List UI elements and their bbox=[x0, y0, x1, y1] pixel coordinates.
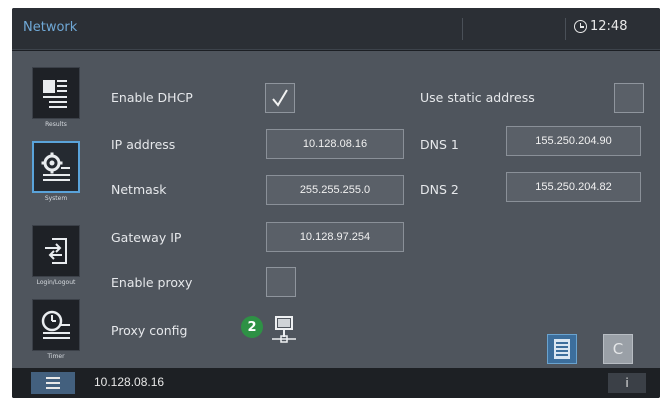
gateway-ip-label: Gateway IP bbox=[111, 230, 182, 245]
save-icon bbox=[554, 339, 570, 359]
device-screen: Network 12:48 Results System Login/Logou… bbox=[12, 8, 660, 398]
sidebar-item-label: Login/Logout bbox=[36, 279, 76, 286]
netmask-label: Netmask bbox=[111, 182, 167, 197]
checkmark-icon bbox=[272, 89, 288, 107]
sidebar-item-label: System bbox=[44, 195, 68, 202]
status-ip-address: 10.128.08.16 bbox=[94, 375, 165, 389]
status-bar: 10.128.08.16 i bbox=[12, 368, 660, 398]
gateway-ip-field[interactable]: 10.128.97.254 bbox=[266, 222, 404, 252]
ip-address-label: IP address bbox=[111, 137, 176, 152]
dns1-field[interactable]: 155.250.204.90 bbox=[506, 126, 641, 156]
main-content: Results System Login/Logout Timer Enable… bbox=[12, 51, 660, 368]
title-bar: Network 12:48 bbox=[12, 8, 660, 50]
title-divider bbox=[462, 18, 463, 40]
enable-proxy-checkbox[interactable] bbox=[266, 267, 296, 297]
timer-icon bbox=[41, 310, 70, 339]
dns2-label: DNS 2 bbox=[420, 182, 459, 197]
sidebar-item-timer[interactable]: Timer bbox=[26, 299, 86, 367]
title-divider bbox=[565, 18, 566, 40]
nav-tile bbox=[32, 67, 80, 119]
callout-badge: 2 bbox=[241, 316, 263, 338]
hamburger-menu-icon bbox=[46, 377, 60, 389]
enable-dhcp-label: Enable DHCP bbox=[111, 90, 193, 105]
clock: 12:48 bbox=[574, 19, 627, 34]
nav-tile bbox=[32, 299, 80, 351]
nav-tile bbox=[32, 141, 80, 193]
ip-address-field[interactable]: 10.128.08.16 bbox=[266, 129, 404, 159]
menu-button[interactable] bbox=[31, 372, 75, 394]
sidebar-item-label: Results bbox=[45, 121, 67, 128]
enable-proxy-label: Enable proxy bbox=[111, 275, 193, 290]
sidebar-item-label: Timer bbox=[47, 353, 65, 360]
clock-time: 12:48 bbox=[590, 19, 628, 34]
clear-button[interactable]: C bbox=[603, 334, 633, 364]
sidebar-item-system[interactable]: System bbox=[26, 141, 86, 209]
use-static-label: Use static address bbox=[420, 90, 535, 105]
clock-icon bbox=[574, 20, 587, 33]
netmask-field[interactable]: 255.255.255.0 bbox=[266, 175, 404, 205]
login-logout-icon bbox=[45, 238, 67, 264]
save-button[interactable] bbox=[547, 334, 577, 364]
proxy-config-button[interactable] bbox=[267, 313, 303, 347]
results-icon bbox=[43, 80, 67, 108]
system-icon bbox=[41, 152, 70, 181]
info-button[interactable]: i bbox=[608, 373, 646, 393]
network-computer-icon bbox=[272, 316, 296, 343]
dns2-field[interactable]: 155.250.204.82 bbox=[506, 172, 641, 202]
sidebar-item-login-logout[interactable]: Login/Logout bbox=[26, 225, 86, 293]
proxy-config-label: Proxy config bbox=[111, 323, 188, 338]
sidebar-item-results[interactable]: Results bbox=[26, 67, 86, 135]
use-static-checkbox[interactable] bbox=[614, 83, 644, 113]
page-title: Network bbox=[23, 20, 78, 35]
dns1-label: DNS 1 bbox=[420, 137, 459, 152]
enable-dhcp-checkbox[interactable] bbox=[265, 83, 295, 113]
nav-tile bbox=[32, 225, 80, 277]
